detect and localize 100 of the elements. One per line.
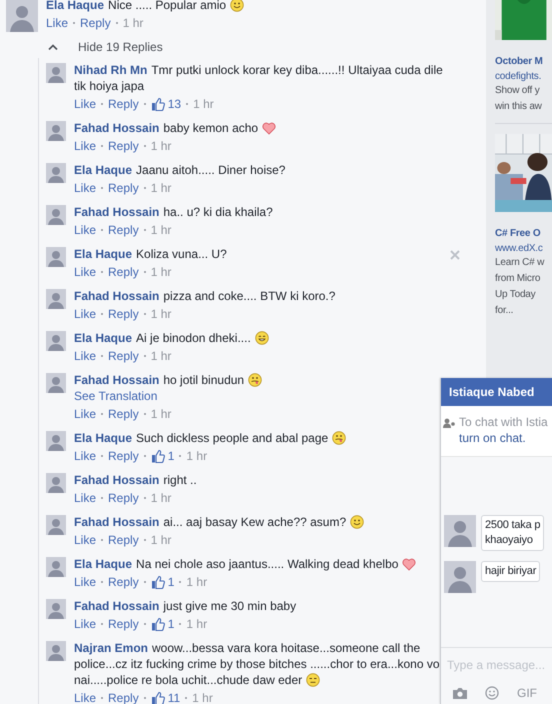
action-link[interactable]: Like — [74, 348, 96, 364]
action-link[interactable]: Like — [74, 306, 96, 322]
chat-header[interactable]: Istiaque Nabed — [441, 378, 552, 406]
timestamp: 1 hr — [122, 15, 144, 31]
thumbs-up-icon — [150, 575, 165, 589]
timestamp: 1 hr — [186, 574, 208, 590]
author-link[interactable]: Fahad Hossain — [74, 515, 160, 529]
reply-text: police...cz itz fucking crime by those bitches ......chor to era...kono vo — [74, 657, 440, 671]
reply-text: ho jotil binudun — [163, 373, 244, 387]
timestamp: 1 hr — [150, 490, 172, 506]
gif-button[interactable]: GIF — [517, 686, 537, 700]
author-link[interactable]: Ela Haque — [46, 0, 104, 12]
author-link[interactable]: Ela Haque — [74, 247, 132, 261]
avatar-icon — [46, 431, 66, 451]
author-link[interactable]: Fahad Hossain — [74, 205, 160, 219]
see-translation-link[interactable]: See Translation — [74, 389, 158, 403]
timestamp: 1 hr — [193, 96, 214, 112]
turn-on-chat-link[interactable]: turn on chat. — [459, 431, 526, 445]
chat-notice: To chat with Istia — [459, 414, 548, 430]
action-link[interactable]: Like — [74, 138, 96, 154]
author-link[interactable]: Najran Emon — [74, 641, 148, 655]
author-link[interactable]: Fahad Hossain — [74, 473, 160, 487]
avatar-icon — [46, 641, 66, 661]
action-link[interactable]: Reply — [108, 138, 139, 154]
like-count: 13 — [168, 96, 182, 112]
timestamp: 1 hr — [150, 138, 172, 154]
avatar-icon — [46, 599, 66, 619]
ad-domain-link[interactable]: codefights. — [495, 70, 552, 83]
reply-text: pizza and coke.... BTW ki koro.? — [163, 289, 336, 303]
action-link[interactable]: Reply — [108, 406, 139, 422]
author-link[interactable]: Fahad Hossain — [74, 373, 160, 387]
avatar-icon — [46, 63, 66, 83]
action-link[interactable]: Reply — [108, 348, 139, 364]
action-link[interactable]: Like — [74, 490, 96, 506]
timestamp: 1 hr — [150, 532, 172, 548]
action-link[interactable]: Reply — [108, 448, 139, 464]
reply-text: baby kemon acho — [163, 121, 258, 135]
reply-text: Na nei chole aso jaantus..... Walking dead khelbo — [136, 557, 398, 571]
action-link[interactable]: Like — [74, 616, 96, 632]
action-link[interactable]: Reply — [108, 264, 139, 280]
author-link[interactable]: Ela Haque — [74, 431, 132, 445]
message-bubble: hajir biriyar — [481, 561, 540, 582]
action-link[interactable]: Reply — [108, 490, 139, 506]
action-link[interactable]: Reply — [108, 306, 139, 322]
action-link[interactable]: Reply — [108, 222, 139, 238]
hide-replies-link[interactable]: Hide 19 Replies — [78, 39, 163, 55]
action-link[interactable]: Reply — [108, 96, 139, 112]
avatar-icon — [46, 121, 66, 141]
author-link[interactable]: Ela Haque — [74, 163, 132, 177]
unamused-face-icon — [306, 673, 320, 687]
author-link[interactable]: Ela Haque — [74, 331, 132, 345]
action-link[interactable]: Reply — [108, 574, 139, 590]
reply-text: tik hoiya japa — [74, 79, 144, 93]
ad-domain-link[interactable]: www.edX.c — [495, 242, 552, 255]
ad-text: for... — [495, 304, 514, 318]
author-link[interactable]: Fahad Hossain — [74, 121, 160, 135]
action-link[interactable]: Like — [74, 448, 96, 464]
author-link[interactable]: Fahad Hossain — [74, 599, 160, 613]
author-link[interactable]: Fahad Hossain — [74, 289, 160, 303]
avatar-icon — [444, 561, 476, 593]
action-link[interactable]: Like — [74, 406, 96, 422]
timestamp: 1 hr — [186, 448, 208, 464]
action-link[interactable]: Like — [74, 180, 96, 196]
action-link[interactable]: Reply — [80, 15, 111, 31]
action-link[interactable]: Like — [74, 532, 96, 548]
avatar-icon — [46, 473, 66, 493]
action-link[interactable]: Like — [74, 96, 96, 112]
action-link[interactable]: Reply — [108, 532, 139, 548]
ad-title-link[interactable]: October M — [495, 54, 552, 70]
action-link[interactable]: Reply — [108, 616, 139, 632]
action-link[interactable]: Like — [74, 264, 96, 280]
like-count: 1 — [168, 448, 174, 464]
ad-text: Learn C# w — [495, 256, 546, 270]
thumbs-up-icon — [150, 449, 165, 463]
action-link[interactable]: Reply — [108, 180, 139, 196]
ad-title-link[interactable]: C# Free O — [495, 226, 552, 242]
smiley-icon — [230, 0, 244, 12]
smiley-icon[interactable] — [485, 686, 499, 700]
reply-text: Koliza vuna... U? — [136, 247, 227, 261]
avatar-icon — [46, 373, 66, 393]
action-link[interactable]: Like — [74, 690, 96, 704]
message-bubble: 2500 taka p khaoyaiyo — [481, 515, 544, 551]
action-link[interactable]: Like — [74, 222, 96, 238]
heart-icon — [402, 558, 416, 571]
reply-text: right .. — [163, 473, 197, 487]
avatar-icon — [444, 515, 476, 547]
author-link[interactable]: Nihad Rh Mn — [74, 63, 148, 77]
avatar-icon — [46, 515, 66, 535]
caret-icon[interactable] — [48, 44, 58, 50]
action-link[interactable]: Like — [46, 15, 68, 31]
tongue-face-icon — [332, 431, 346, 445]
avatar-icon — [46, 331, 66, 351]
ad-text: Show off y — [495, 84, 541, 98]
author-link[interactable]: Ela Haque — [74, 557, 132, 571]
camera-icon[interactable] — [453, 687, 467, 699]
avatar-icon — [46, 205, 66, 225]
message-field[interactable]: Type a message... — [445, 656, 552, 674]
action-link[interactable]: Like — [74, 574, 96, 590]
close-icon[interactable] — [450, 250, 460, 260]
avatar-icon — [6, 0, 38, 32]
